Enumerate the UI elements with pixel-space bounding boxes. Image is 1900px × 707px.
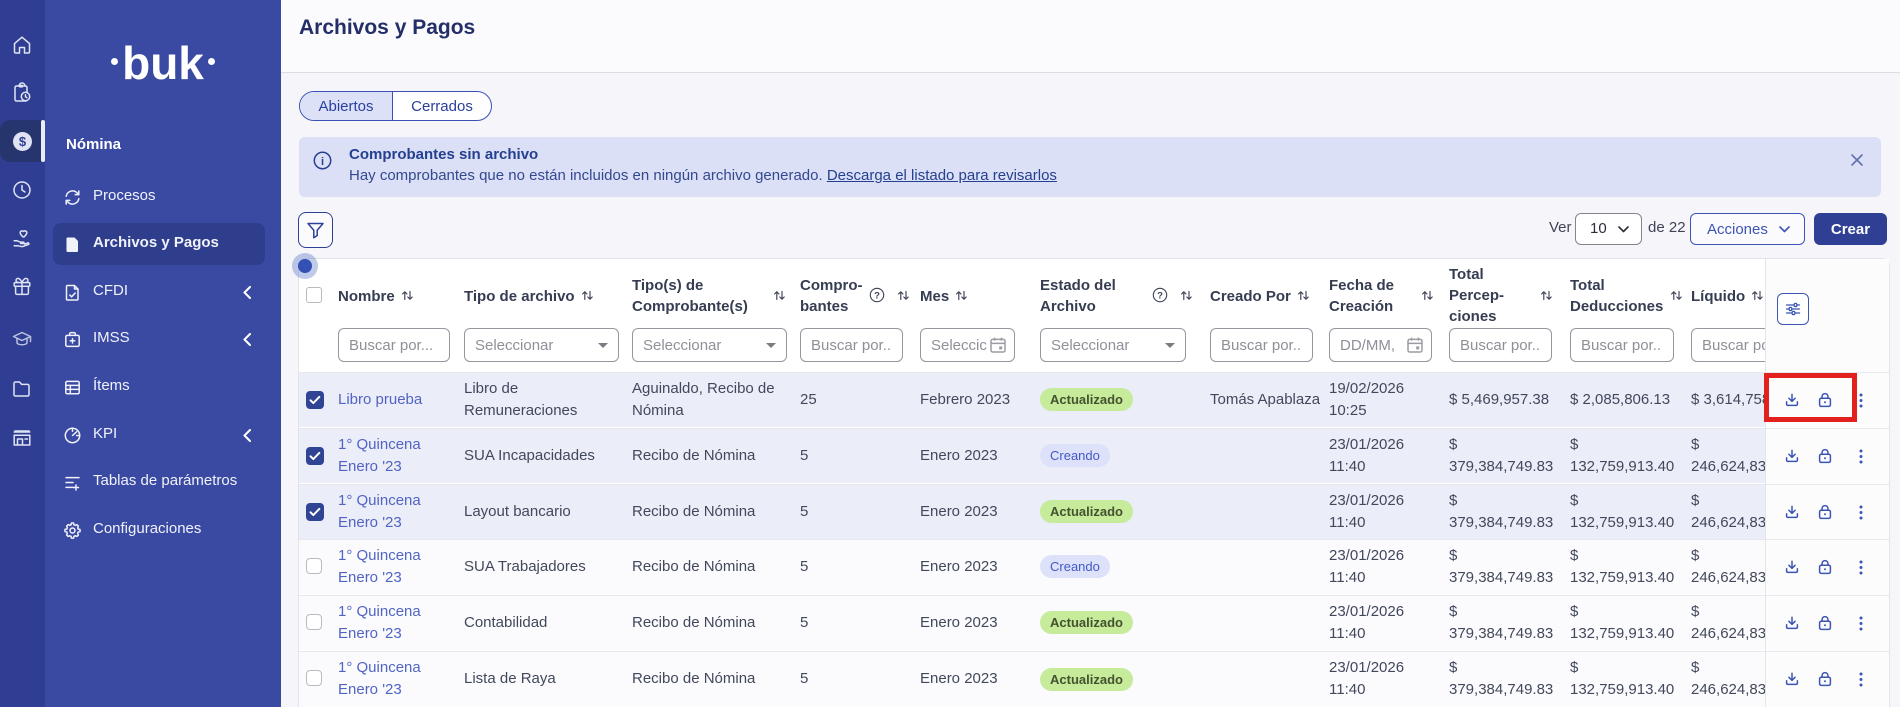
svg-text:?: ? — [874, 290, 880, 301]
svg-text:$: $ — [19, 134, 27, 149]
svg-text:s: s — [70, 241, 75, 251]
svg-text:?: ? — [1157, 290, 1163, 301]
svg-text:i: i — [321, 156, 324, 168]
